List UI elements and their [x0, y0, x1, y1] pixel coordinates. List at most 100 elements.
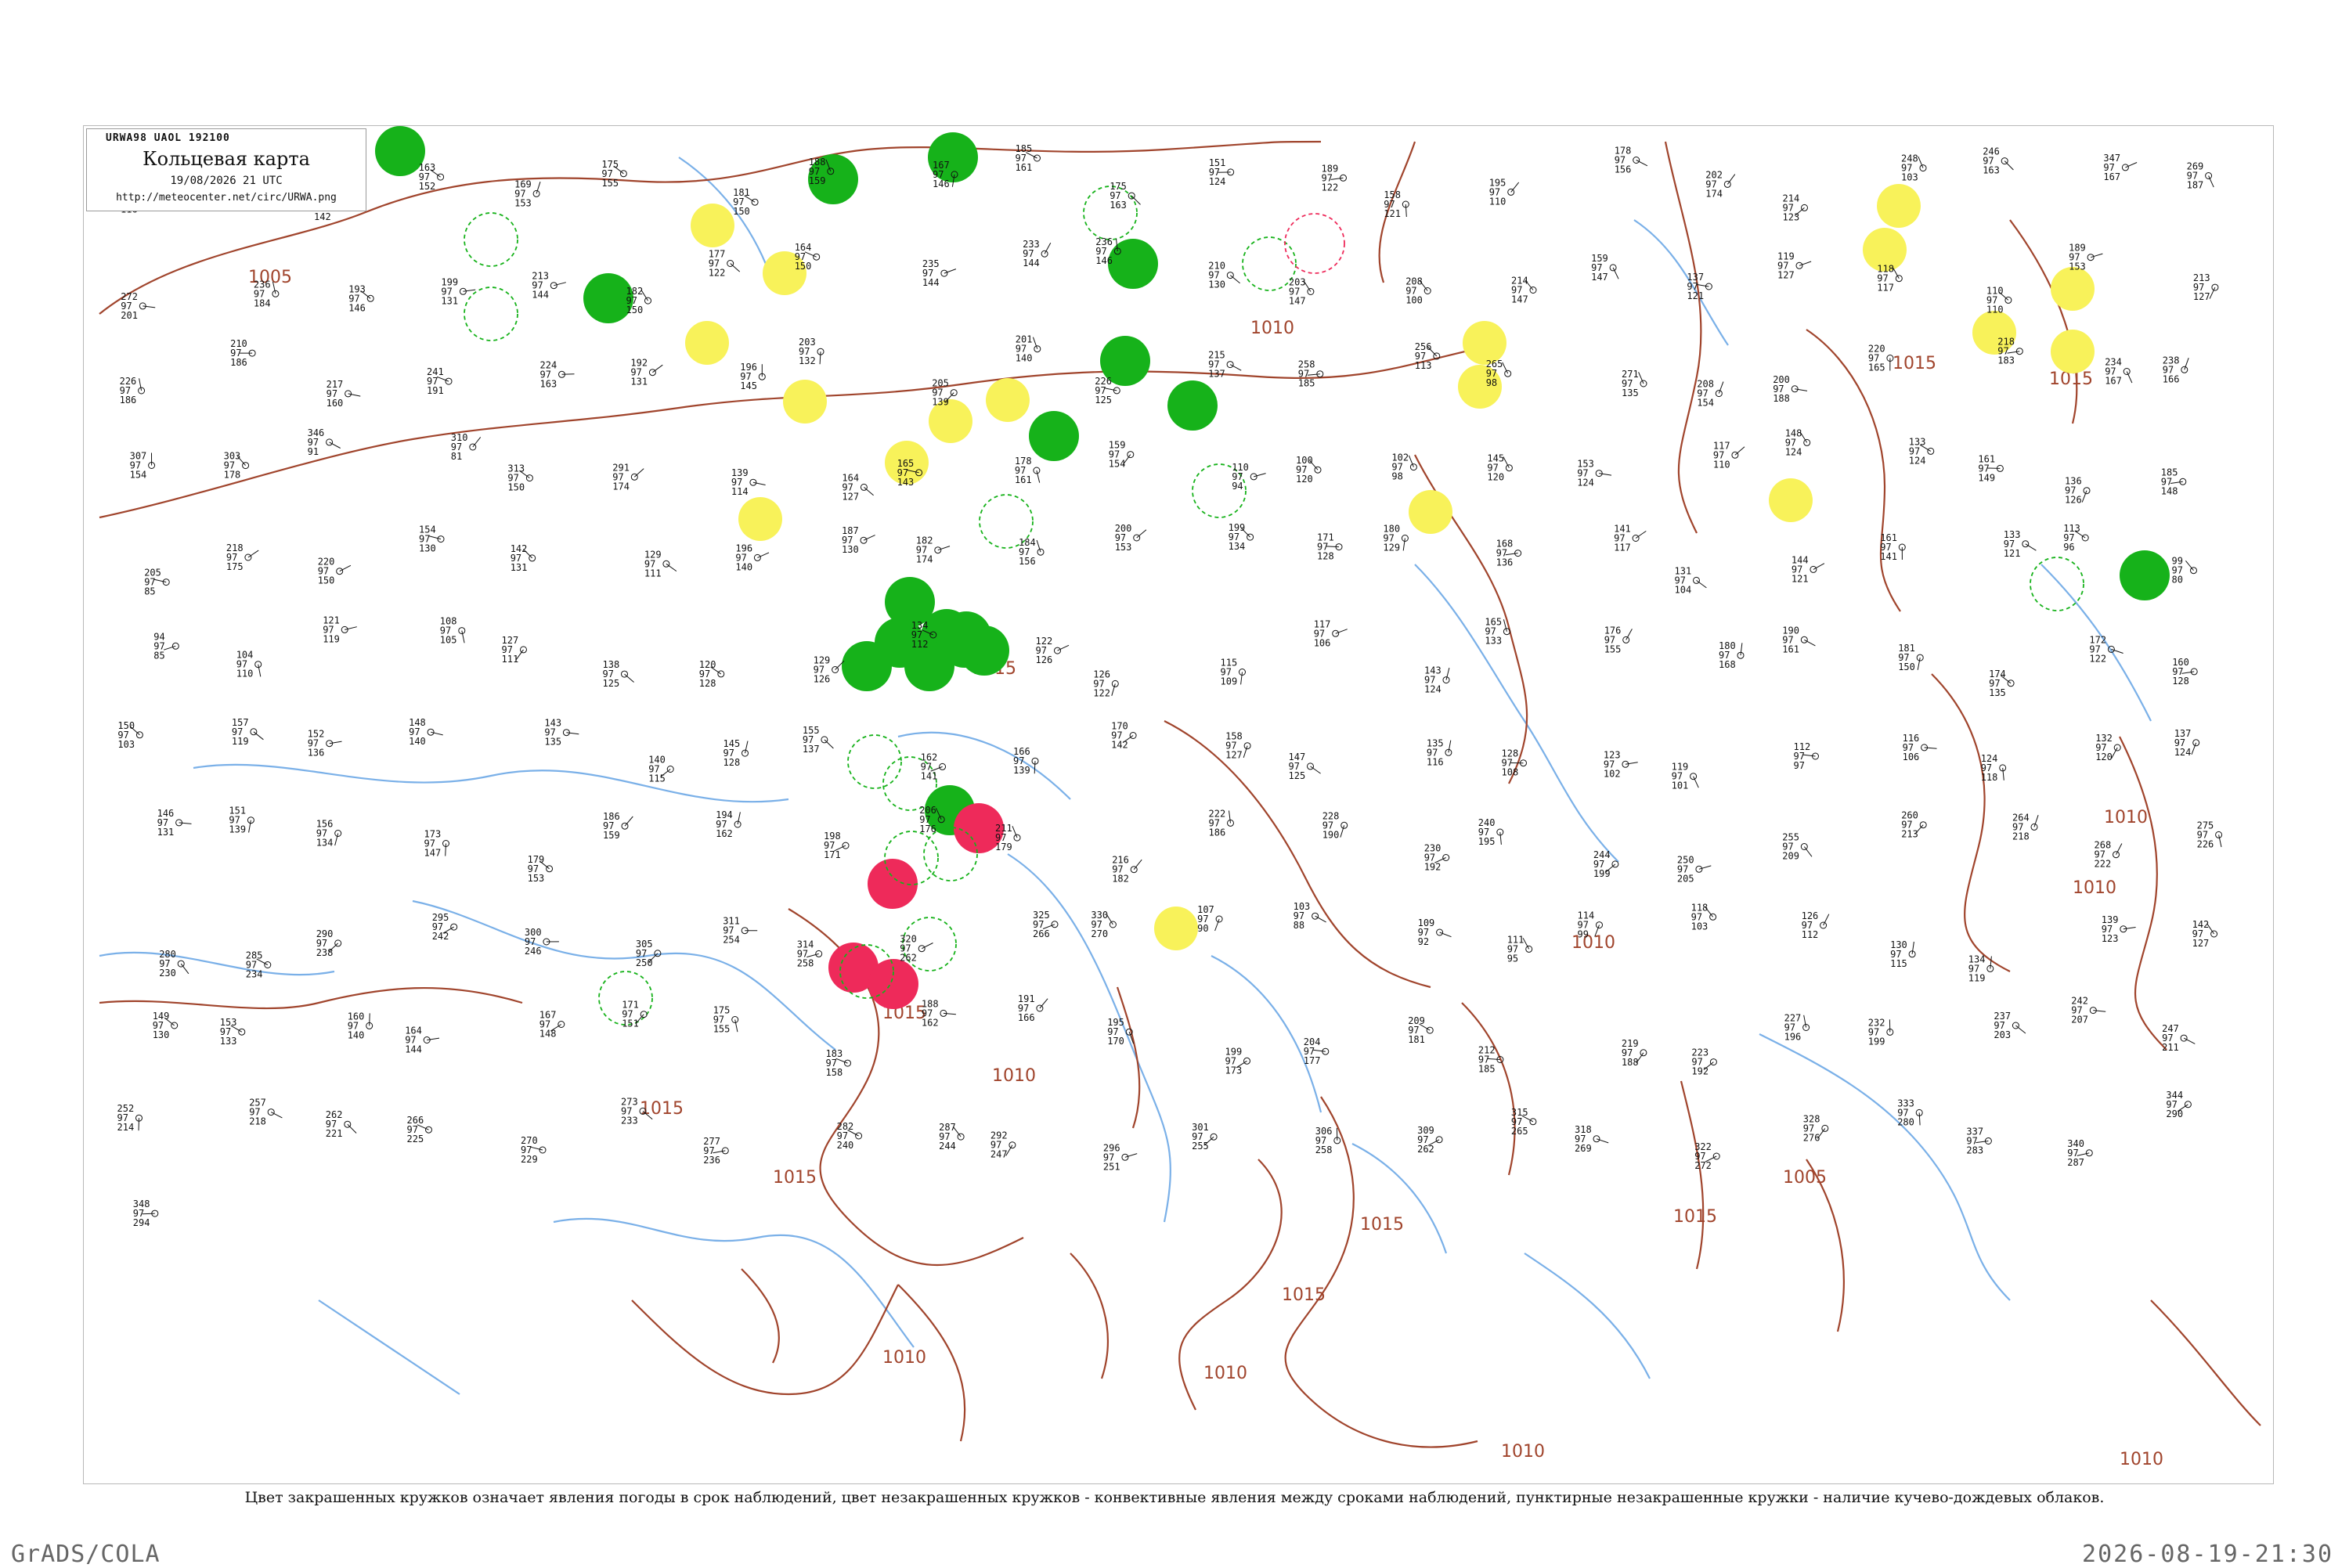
station-plot: 14797125	[1289, 752, 1321, 781]
station-value: 98	[1486, 377, 1497, 388]
station-value: 238	[316, 947, 334, 958]
wind-barb-icon	[1243, 746, 1247, 758]
station-plot: 30597250	[636, 939, 661, 968]
station-value: 171	[824, 849, 841, 860]
station-plot: 11897103	[1691, 902, 1716, 932]
station-value: 163	[1983, 165, 2000, 176]
stations-layer: 1159711612597121149971421639715216997153…	[117, 143, 2222, 1228]
station-plot: 20397132	[799, 337, 824, 366]
station-value: 160	[327, 398, 344, 409]
station-value: 103	[1691, 921, 1709, 932]
isobar-label: 1010	[882, 1348, 926, 1368]
map-url[interactable]: http://meteocenter.net/circ/URWA.png	[87, 192, 366, 204]
station-value: 130	[153, 1029, 170, 1040]
station-plot: 10497110	[236, 650, 262, 679]
wind-barb-icon	[1636, 531, 1646, 538]
station-value: 125	[603, 678, 620, 689]
wind-barb-icon	[1804, 1015, 1806, 1028]
green-weather-disc	[842, 641, 892, 691]
wind-barb-icon	[1799, 261, 1811, 265]
station-value: 110	[236, 669, 254, 679]
station-value: 143	[897, 477, 915, 488]
station-value: 125	[1289, 770, 1306, 781]
station-value: 147	[424, 848, 442, 859]
station-value: 161	[1782, 643, 1799, 654]
station-plot: 19397146	[348, 283, 373, 313]
station-plot: 14297127	[2192, 919, 2217, 949]
station-circle-icon	[1041, 251, 1048, 257]
station-plot: 15697134	[316, 819, 341, 849]
station-plot: 12397102	[1604, 749, 1638, 779]
wind-barb-icon	[2181, 672, 2194, 674]
station-plot: 21697182	[1112, 855, 1142, 885]
station-value: 188	[1622, 1057, 1639, 1068]
wind-barb-icon	[254, 732, 264, 740]
station-plot: 27597226	[2197, 820, 2222, 849]
station-value: 186	[230, 357, 247, 368]
station-value: 127	[842, 491, 859, 502]
yellow-weather-disc	[2051, 330, 2095, 373]
station-plot: 1099792	[1418, 917, 1452, 947]
station-plot: 19597110	[1489, 177, 1519, 207]
wind-barb-icon	[1040, 999, 1048, 1008]
station-plot: 949785	[153, 631, 179, 661]
station-value: 128	[2172, 676, 2189, 687]
station-plot: 14597120	[1487, 453, 1512, 483]
station-plot: 13497119	[1968, 953, 1994, 983]
green-weather-disc	[1108, 239, 1158, 289]
green-weather-disc	[375, 126, 425, 176]
station-value: 153	[528, 873, 545, 884]
isobar-line	[1286, 1097, 1478, 1447]
station-plot: 30397178	[224, 451, 249, 481]
station-plot: 31597265	[1511, 1107, 1536, 1137]
river-line	[1352, 1144, 1446, 1253]
station-plot: 16097128	[2172, 657, 2197, 687]
station-value: 119	[1968, 972, 1986, 983]
isobar-label: 1015	[773, 1168, 817, 1188]
station-value: 103	[1901, 172, 1918, 183]
station-value: 146	[1095, 255, 1113, 266]
river-line	[1634, 220, 1728, 345]
station-plot: 21197179	[995, 823, 1020, 852]
station-value: 104	[1675, 584, 1692, 595]
yellow-weather-disc	[1877, 184, 1921, 228]
station-value: 122	[2089, 653, 2106, 664]
weather-map[interactable]: 1005101010151010101510151015101510101015…	[84, 126, 2273, 1483]
station-value: 280	[1897, 1116, 1914, 1127]
station-plot: 10097120	[1296, 455, 1321, 485]
station-value: 178	[224, 470, 241, 481]
station-value: 139	[932, 397, 949, 408]
yellow-weather-disc	[1972, 311, 2016, 355]
station-value: 131	[630, 377, 648, 387]
station-plot: 21297185	[1478, 1045, 1503, 1075]
station-plot: 21097130	[1208, 261, 1239, 290]
station-value: 127	[2193, 291, 2210, 302]
station-value: 131	[441, 295, 458, 306]
station-plot: 1079790	[1197, 904, 1222, 934]
station-plot: 26697225	[407, 1115, 432, 1144]
station-plot: 18597161	[1016, 143, 1041, 173]
isobar-label: 1010	[992, 1066, 1036, 1086]
wind-barb-icon	[2026, 544, 2037, 550]
station-plot: 31197254	[723, 916, 757, 946]
station-value: 148	[539, 1029, 557, 1040]
station-value: 128	[723, 757, 741, 768]
station-plot: 22097150	[318, 557, 351, 586]
wind-barb-icon	[1037, 540, 1041, 552]
wind-barb-icon	[2015, 1026, 2026, 1033]
station-plot: 18997122	[1322, 163, 1347, 193]
station-value: 166	[1018, 1012, 1035, 1023]
station-plot: 23297199	[1868, 1017, 1893, 1047]
wind-barb-icon	[1727, 175, 1735, 185]
station-value: 109	[1221, 676, 1238, 687]
station-plot: 23497167	[2105, 357, 2132, 387]
station-value: 175	[226, 561, 244, 572]
station-value: 113	[1415, 360, 1432, 371]
station-value: 167	[2103, 171, 2120, 182]
wind-barb-icon	[1511, 182, 1519, 193]
station-value: 94	[1232, 481, 1243, 492]
station-value: 147	[1591, 272, 1608, 283]
station-value: 137	[1208, 369, 1225, 380]
yellow-weather-disc	[1409, 490, 1452, 534]
station-value: 85	[153, 650, 164, 661]
